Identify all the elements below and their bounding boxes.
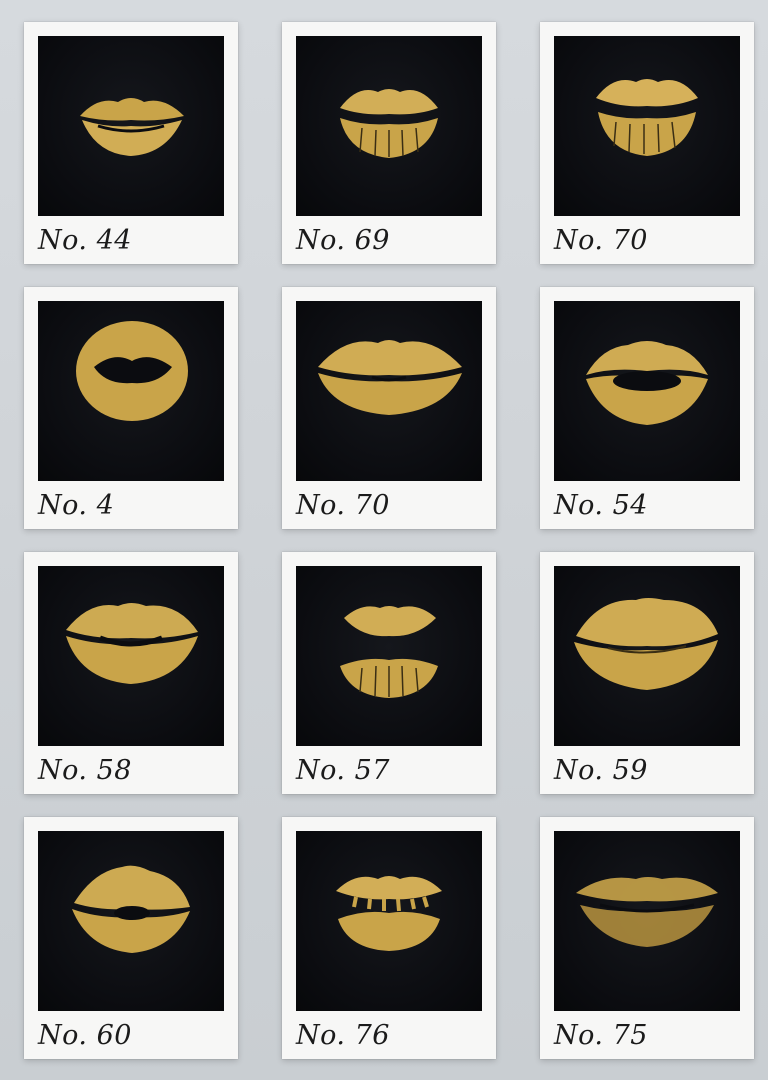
polaroid-card: No. 69 <box>282 22 496 264</box>
card-caption: No. 60 <box>38 1020 132 1051</box>
card-caption: No. 57 <box>296 755 390 786</box>
card-caption: No. 58 <box>38 755 132 786</box>
polaroid-card: No. 60 <box>24 817 238 1059</box>
polaroid-card: No. 70 <box>282 287 496 529</box>
gold-lip-print <box>340 606 438 698</box>
card-caption: No. 70 <box>296 490 390 521</box>
card-caption: No. 44 <box>38 225 132 256</box>
gold-lip-print <box>574 598 718 690</box>
lip-print-photo <box>38 301 224 481</box>
polaroid-card: No. 58 <box>24 552 238 794</box>
gold-lip-print <box>80 98 184 156</box>
lip-print-photo <box>38 36 224 216</box>
lip-print-photo <box>38 566 224 746</box>
gold-lip-print <box>586 341 708 425</box>
lip-print-gallery: No. 44 No. 69 No. 70 No. 4 No. 70 No. 54… <box>0 0 768 1080</box>
polaroid-card: No. 4 <box>24 287 238 529</box>
gold-lip-print <box>596 79 698 156</box>
polaroid-card: No. 54 <box>540 287 754 529</box>
card-caption: No. 75 <box>554 1020 648 1051</box>
card-caption: No. 4 <box>38 490 115 521</box>
polaroid-card: No. 76 <box>282 817 496 1059</box>
lip-print-photo <box>554 831 740 1011</box>
card-caption: No. 76 <box>296 1020 390 1051</box>
polaroid-card: No. 70 <box>540 22 754 264</box>
polaroid-card: No. 59 <box>540 552 754 794</box>
card-caption: No. 69 <box>296 225 390 256</box>
gold-lip-print <box>76 321 188 421</box>
gold-lip-print <box>66 603 198 684</box>
gold-lip-print <box>336 876 442 951</box>
lip-print-photo <box>554 301 740 481</box>
polaroid-card: No. 44 <box>24 22 238 264</box>
polaroid-card: No. 57 <box>282 552 496 794</box>
card-caption: No. 70 <box>554 225 648 256</box>
lip-print-photo <box>296 566 482 746</box>
polaroid-card: No. 75 <box>540 817 754 1059</box>
card-caption: No. 59 <box>554 755 648 786</box>
gold-lip-print <box>340 89 438 158</box>
lip-print-photo <box>38 831 224 1011</box>
gold-lip-print <box>318 340 462 415</box>
lip-print-photo <box>296 301 482 481</box>
lip-print-photo <box>296 831 482 1011</box>
card-caption: No. 54 <box>554 490 648 521</box>
lip-print-photo <box>296 36 482 216</box>
gold-lip-print <box>72 865 190 953</box>
gold-lip-print <box>576 877 718 947</box>
lip-print-photo <box>554 36 740 216</box>
lip-print-photo <box>554 566 740 746</box>
